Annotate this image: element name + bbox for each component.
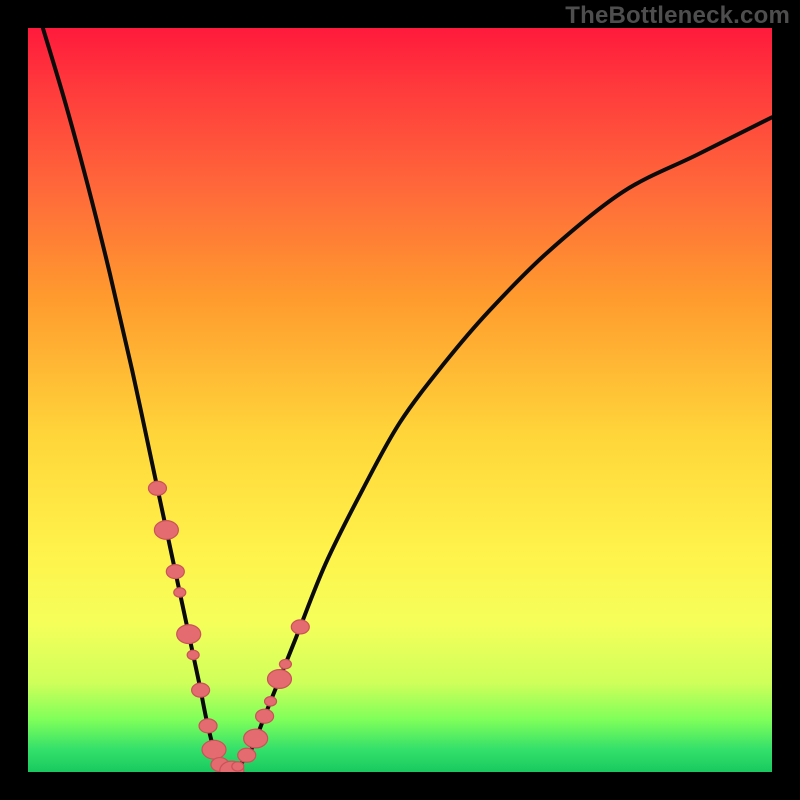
- highlight-bead: [148, 481, 166, 495]
- watermark-text: TheBottleneck.com: [565, 2, 790, 30]
- highlight-bead: [177, 625, 201, 644]
- plot-area: [28, 28, 772, 772]
- highlight-bead: [279, 659, 291, 668]
- beads-layer: [148, 481, 309, 772]
- highlight-bead: [267, 670, 291, 689]
- bottleneck-curve: [43, 28, 772, 772]
- highlight-bead: [238, 748, 256, 762]
- outer-frame: TheBottleneck.com: [0, 0, 800, 800]
- highlight-bead: [291, 620, 309, 634]
- chart-svg: [28, 28, 772, 772]
- highlight-bead: [154, 521, 178, 540]
- highlight-bead: [166, 565, 184, 579]
- curve-layer: [43, 28, 772, 772]
- highlight-bead: [199, 719, 217, 733]
- highlight-bead: [244, 729, 268, 748]
- highlight-bead: [265, 697, 277, 706]
- highlight-bead: [232, 762, 244, 771]
- highlight-bead: [187, 650, 199, 659]
- highlight-bead: [192, 683, 210, 697]
- highlight-bead: [256, 709, 274, 723]
- highlight-bead: [174, 588, 186, 597]
- highlight-bead: [202, 740, 226, 759]
